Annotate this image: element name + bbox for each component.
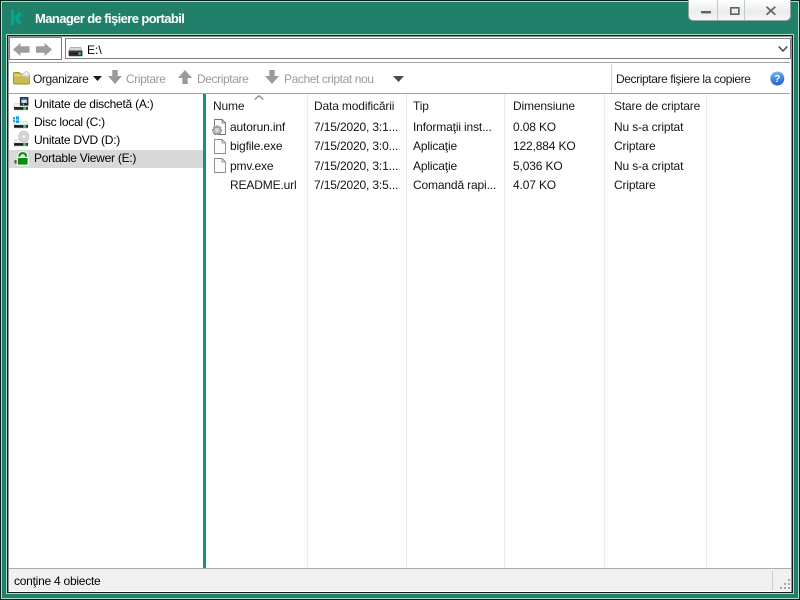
svg-text:?: ? (774, 74, 780, 85)
